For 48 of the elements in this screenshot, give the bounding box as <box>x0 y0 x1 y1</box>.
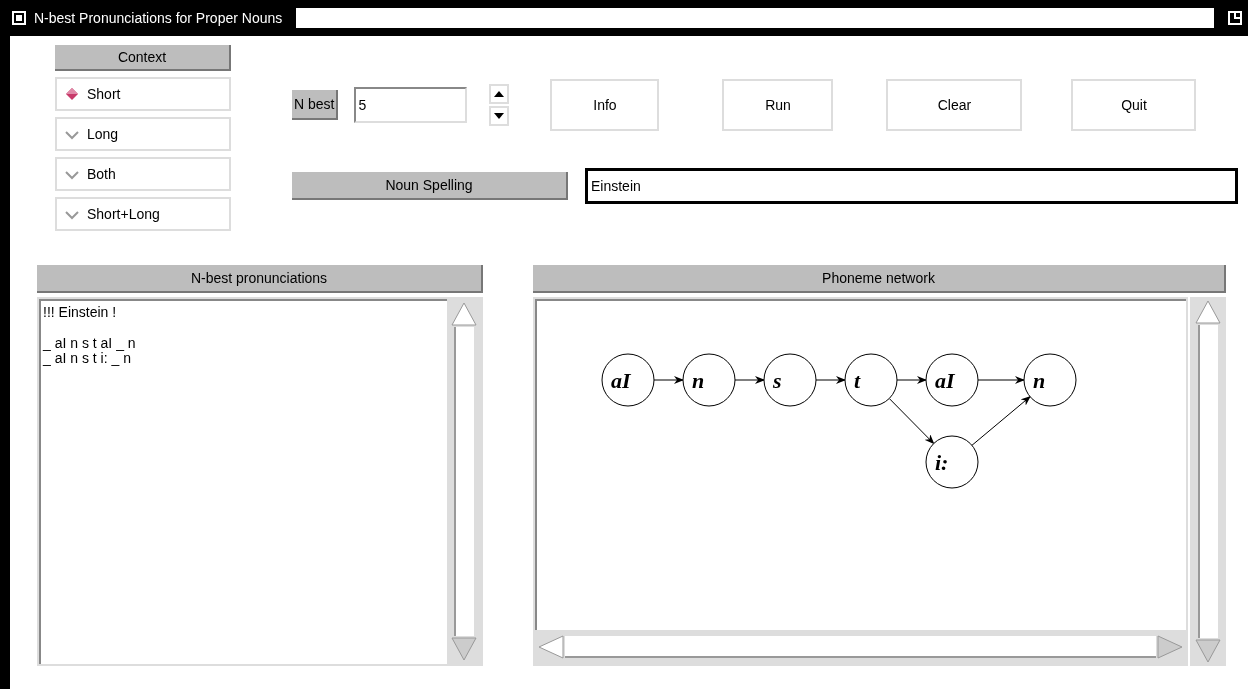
edge-arrow <box>896 376 927 384</box>
down-arrow-icon[interactable] <box>451 636 477 662</box>
phoneme-node: n <box>682 353 736 407</box>
down-arrow-icon[interactable] <box>1195 638 1221 664</box>
edge-arrow <box>815 376 846 384</box>
phoneme-node: t <box>844 353 898 407</box>
edge-arrow <box>734 376 765 384</box>
context-option[interactable]: Short <box>55 77 231 111</box>
noun-spelling-field[interactable]: Einstein <box>585 168 1238 204</box>
increment-button[interactable] <box>489 84 510 104</box>
action-button[interactable]: Run <box>722 79 834 131</box>
up-arrow-icon[interactable] <box>1195 299 1221 325</box>
phoneme-node: aI <box>925 353 979 407</box>
action-button[interactable]: Info <box>550 79 660 131</box>
pronunciation-line: _ aI n s t aI _ n <box>43 336 136 351</box>
context-header: Context <box>55 45 231 71</box>
vertical-scrollbar[interactable] <box>1190 297 1226 666</box>
edge-arrow <box>653 376 684 384</box>
action-button[interactable]: Clear <box>886 79 1023 131</box>
right-arrow-icon[interactable] <box>1156 634 1184 660</box>
n-best-field[interactable]: 5 <box>354 87 468 123</box>
edge-arrow <box>888 398 935 445</box>
maximize-icon[interactable] <box>1228 11 1242 25</box>
context-option[interactable]: Both <box>55 157 231 191</box>
edge-arrow <box>971 396 1031 446</box>
n-best-label[interactable]: N best <box>292 90 339 120</box>
pronunciation-line: _ aI n s t i: _ n <box>43 351 131 366</box>
edge-arrow <box>977 376 1025 384</box>
vertical-scrollbar[interactable] <box>447 299 481 664</box>
phoneme-node: aI <box>601 353 655 407</box>
pronunciation-header: !!! Einstein ! <box>43 305 117 320</box>
phoneme-node: s <box>763 353 817 407</box>
context-option[interactable]: Short+Long <box>55 197 231 231</box>
noun-spelling-label[interactable]: Noun Spelling <box>292 172 568 200</box>
phoneme-node: i: <box>925 435 979 489</box>
window-menu-icon[interactable] <box>12 11 26 25</box>
action-button[interactable]: Quit <box>1071 79 1197 131</box>
panel-header: Phoneme network <box>533 265 1226 293</box>
horizontal-scrollbar[interactable] <box>535 630 1186 664</box>
up-arrow-icon <box>493 89 506 99</box>
window-title: N-best Pronunciations for Proper Nouns <box>34 8 283 28</box>
phoneme-node: n <box>1023 353 1077 407</box>
up-arrow-icon[interactable] <box>451 301 477 327</box>
down-arrow-icon <box>493 111 506 121</box>
panel-header: N-best pronunciations <box>37 265 483 293</box>
left-arrow-icon[interactable] <box>537 634 565 660</box>
context-option[interactable]: Long <box>55 117 231 151</box>
decrement-button[interactable] <box>489 106 510 126</box>
